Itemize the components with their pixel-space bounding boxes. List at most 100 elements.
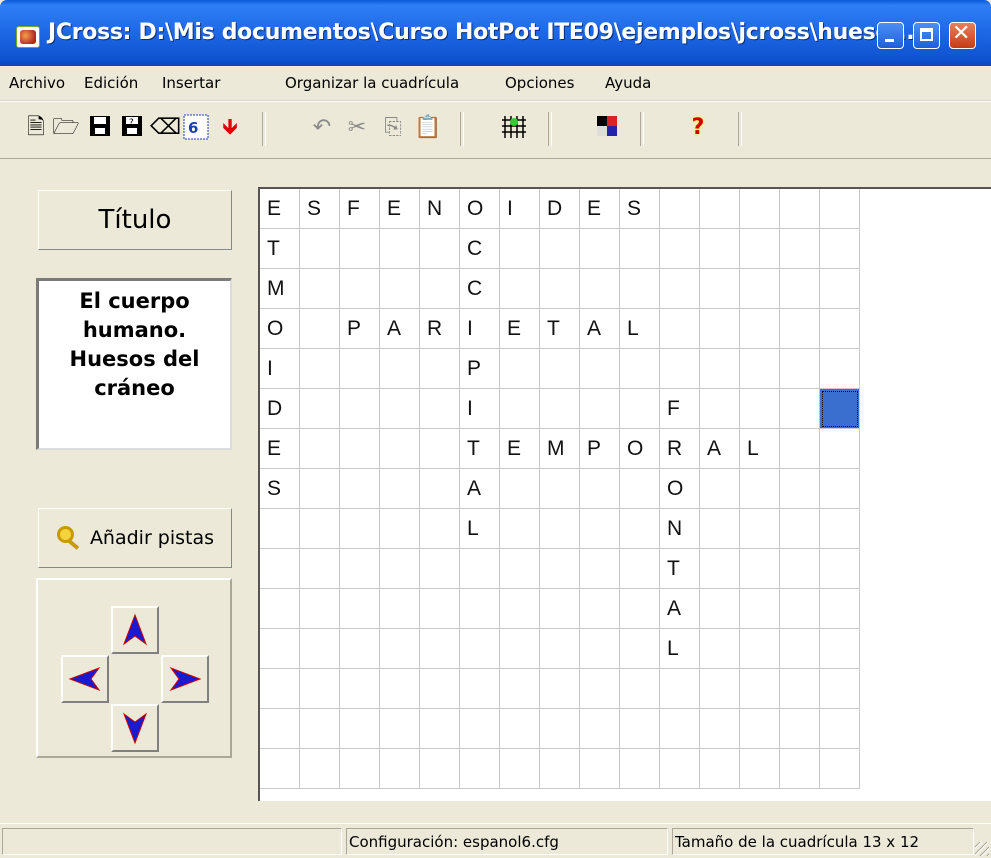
grid-cell[interactable]: S bbox=[300, 189, 340, 229]
grid-cell[interactable]: N bbox=[660, 509, 700, 549]
grid-cell[interactable] bbox=[300, 749, 340, 789]
grid-cell[interactable] bbox=[540, 269, 580, 309]
grid-cell[interactable] bbox=[420, 429, 460, 469]
title-button[interactable]: Título bbox=[38, 190, 232, 250]
grid-cell[interactable] bbox=[620, 709, 660, 749]
grid-cell[interactable] bbox=[260, 589, 300, 629]
close-button[interactable]: ✕ bbox=[949, 21, 976, 49]
grid-cell[interactable] bbox=[380, 709, 420, 749]
grid-cell[interactable] bbox=[500, 269, 540, 309]
grid-cell[interactable] bbox=[700, 749, 740, 789]
grid-cell[interactable] bbox=[820, 389, 860, 429]
grid-cell[interactable] bbox=[380, 349, 420, 389]
grid-cell[interactable] bbox=[340, 349, 380, 389]
grid-cell[interactable] bbox=[780, 749, 820, 789]
grid-cell[interactable] bbox=[340, 549, 380, 589]
grid-cell[interactable]: T bbox=[260, 229, 300, 269]
grid-cell[interactable] bbox=[460, 669, 500, 709]
copy-icon[interactable]: ⎘ bbox=[379, 114, 407, 142]
grid-cell[interactable] bbox=[660, 189, 700, 229]
grid-cell[interactable] bbox=[580, 589, 620, 629]
grid-cell[interactable] bbox=[460, 709, 500, 749]
grid-cell[interactable] bbox=[300, 469, 340, 509]
grid-cell[interactable] bbox=[780, 709, 820, 749]
grid-cell[interactable] bbox=[540, 669, 580, 709]
grid-cell[interactable]: A bbox=[580, 309, 620, 349]
grid-cell[interactable] bbox=[420, 469, 460, 509]
grid-cell[interactable] bbox=[300, 669, 340, 709]
grid-cell[interactable]: L bbox=[740, 429, 780, 469]
eraser-icon[interactable]: ⌫ bbox=[150, 114, 181, 142]
grid-cell[interactable]: L bbox=[620, 309, 660, 349]
add-clues-button[interactable]: Añadir pistas bbox=[38, 508, 232, 568]
grid-cell[interactable] bbox=[580, 349, 620, 389]
grid-cell[interactable]: N bbox=[420, 189, 460, 229]
grid-cell[interactable] bbox=[740, 749, 780, 789]
maximize-button[interactable] bbox=[913, 22, 940, 49]
grid-cell[interactable] bbox=[580, 549, 620, 589]
grid-cell[interactable] bbox=[460, 549, 500, 589]
grid-cell[interactable] bbox=[540, 549, 580, 589]
grid-cell[interactable] bbox=[500, 549, 540, 589]
grid-cell[interactable] bbox=[740, 589, 780, 629]
grid-cell[interactable]: E bbox=[580, 189, 620, 229]
grid-icon[interactable] bbox=[500, 114, 528, 142]
grid-cell[interactable] bbox=[780, 669, 820, 709]
grid-cell[interactable] bbox=[740, 349, 780, 389]
grid-cell[interactable] bbox=[620, 749, 660, 789]
grid-cell[interactable] bbox=[340, 669, 380, 709]
grid-cell[interactable] bbox=[380, 389, 420, 429]
grid-cell[interactable] bbox=[660, 229, 700, 269]
shift-left-button[interactable] bbox=[61, 655, 109, 703]
grid-cell[interactable]: O bbox=[460, 189, 500, 229]
grid-cell[interactable] bbox=[260, 669, 300, 709]
menu-edicion[interactable]: Edición bbox=[84, 74, 138, 92]
grid-cell[interactable]: O bbox=[660, 469, 700, 509]
grid-cell[interactable]: T bbox=[540, 309, 580, 349]
grid-cell[interactable] bbox=[820, 749, 860, 789]
grid-cell[interactable]: E bbox=[260, 429, 300, 469]
grid-cell[interactable] bbox=[340, 429, 380, 469]
grid-cell[interactable]: A bbox=[380, 309, 420, 349]
paste-icon[interactable]: 📋 bbox=[414, 114, 442, 142]
grid-cell[interactable] bbox=[380, 229, 420, 269]
grid-cell[interactable]: E bbox=[260, 189, 300, 229]
grid-cell[interactable] bbox=[580, 469, 620, 509]
grid-cell[interactable] bbox=[740, 469, 780, 509]
grid-cell[interactable] bbox=[540, 469, 580, 509]
save-icon[interactable] bbox=[86, 114, 114, 142]
grid-cell[interactable]: P bbox=[460, 349, 500, 389]
app-icon[interactable] bbox=[16, 26, 40, 48]
grid-cell[interactable] bbox=[620, 509, 660, 549]
grid-cell[interactable] bbox=[740, 709, 780, 749]
shift-up-button[interactable] bbox=[111, 606, 159, 654]
grid-cell[interactable]: F bbox=[340, 189, 380, 229]
menu-archivo[interactable]: Archivo bbox=[9, 74, 65, 92]
grid-cell[interactable] bbox=[380, 429, 420, 469]
grid-cell[interactable] bbox=[780, 589, 820, 629]
grid-cell[interactable] bbox=[460, 629, 500, 669]
grid-cell[interactable] bbox=[420, 629, 460, 669]
grid-cell[interactable] bbox=[740, 229, 780, 269]
grid-cell[interactable] bbox=[340, 389, 380, 429]
grid-cell[interactable] bbox=[740, 269, 780, 309]
grid-cell[interactable] bbox=[500, 709, 540, 749]
grid-cell[interactable]: M bbox=[260, 269, 300, 309]
grid-cell[interactable] bbox=[820, 629, 860, 669]
grid-cell[interactable] bbox=[460, 589, 500, 629]
grid-cell[interactable] bbox=[380, 269, 420, 309]
grid-cell[interactable] bbox=[740, 189, 780, 229]
grid-cell[interactable]: E bbox=[380, 189, 420, 229]
grid-cell[interactable]: T bbox=[660, 549, 700, 589]
grid-cell[interactable] bbox=[580, 229, 620, 269]
grid-cell[interactable] bbox=[820, 669, 860, 709]
grid-cell[interactable] bbox=[700, 469, 740, 509]
grid-cell[interactable] bbox=[300, 269, 340, 309]
grid-cell[interactable] bbox=[740, 389, 780, 429]
grid-cell[interactable] bbox=[420, 349, 460, 389]
grid-cell[interactable] bbox=[660, 349, 700, 389]
menu-organizar[interactable]: Organizar la cuadrícula bbox=[285, 74, 459, 92]
grid-cell[interactable] bbox=[780, 189, 820, 229]
grid-cell[interactable] bbox=[260, 549, 300, 589]
grid-cell[interactable] bbox=[780, 469, 820, 509]
